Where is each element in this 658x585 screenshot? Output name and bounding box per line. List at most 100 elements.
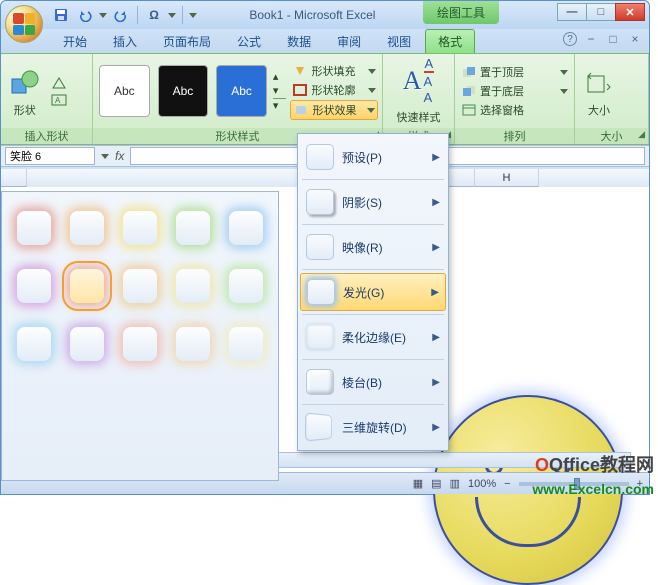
tab-page-layout[interactable]: 页面布局 [151, 30, 223, 53]
maximize-button[interactable]: □ [586, 3, 616, 21]
dialog-launcher-icon[interactable]: ◢ [638, 129, 645, 140]
glow-swatch[interactable] [229, 327, 263, 361]
view-pagebreak-icon[interactable]: ▥ [450, 477, 460, 490]
window-title: Book1 - Microsoft Excel [249, 8, 375, 22]
submenu-arrow-icon: ▶ [432, 377, 440, 388]
tab-review[interactable]: 审阅 [325, 30, 373, 53]
redo-icon[interactable] [111, 5, 131, 25]
wordart-icon[interactable]: A [403, 66, 422, 96]
view-layout-icon[interactable]: ▤ [431, 477, 441, 490]
doc-minimize-icon[interactable]: − [583, 32, 599, 46]
svg-text:A: A [55, 96, 61, 105]
quick-styles-button[interactable]: 快速样式 [397, 109, 441, 125]
titlebar: Ω Book1 - Microsoft Excel 绘图工具 — □ ✕ [1, 1, 649, 29]
glow-swatch[interactable] [123, 269, 157, 303]
select-all-corner[interactable] [1, 169, 27, 187]
undo-dropdown-icon[interactable] [99, 13, 107, 18]
tab-formulas[interactable]: 公式 [225, 30, 273, 53]
contextual-tab-label: 绘图工具 [423, 1, 499, 24]
edit-shape-icon[interactable] [49, 75, 89, 91]
text-effects-icon[interactable]: A [424, 90, 435, 105]
shape-style-3[interactable]: Abc [216, 65, 267, 117]
shape-effects-menu: 预设(P)▶ 阴影(S)▶ 映像(R)▶ 发光(G)▶ 柔化边缘(E)▶ 棱台(… [297, 133, 449, 451]
close-button[interactable]: ✕ [615, 3, 645, 21]
tab-home[interactable]: 开始 [51, 30, 99, 53]
send-to-back-button[interactable]: 置于底层 [459, 82, 570, 100]
tab-data[interactable]: 数据 [275, 30, 323, 53]
glow-swatch[interactable] [17, 327, 51, 361]
bring-to-front-button[interactable]: 置于顶层 [459, 63, 570, 81]
doc-restore-icon[interactable]: □ [605, 32, 621, 46]
dropdown-icon [560, 89, 568, 94]
glow-swatch[interactable] [176, 269, 210, 303]
dropdown-icon [368, 69, 376, 74]
glow-swatch[interactable] [176, 327, 210, 361]
glow-swatch[interactable] [229, 211, 263, 245]
glow-swatch[interactable] [70, 327, 104, 361]
selection-pane-button[interactable]: 选择窗格 [459, 101, 570, 119]
zoom-level[interactable]: 100% [468, 478, 496, 490]
quick-access-toolbar: Ω [51, 5, 197, 25]
submenu-arrow-icon: ▶ [431, 287, 439, 298]
watermark-url: www.Excelcn.com [532, 481, 654, 497]
doc-close-icon[interactable]: × [627, 32, 643, 46]
tab-insert[interactable]: 插入 [101, 30, 149, 53]
size-button[interactable]: 大小 [579, 64, 619, 118]
shapes-button[interactable]: 形状 [5, 64, 45, 118]
undo-icon[interactable] [75, 5, 95, 25]
menu-item-soft-edges[interactable]: 柔化边缘(E)▶ [300, 318, 446, 356]
shape-outline-button[interactable]: 形状轮廓 [290, 81, 378, 99]
menu-item-bevel[interactable]: 棱台(B)▶ [300, 363, 446, 401]
style-gallery-up-icon[interactable]: ▴ [273, 70, 287, 83]
fx-icon[interactable]: fx [115, 149, 124, 163]
save-icon[interactable] [51, 5, 71, 25]
ribbon: 形状 A 插入形状 Abc Abc Abc ▴ ▾ ▾ 形状 [1, 53, 649, 145]
menu-item-preset[interactable]: 预设(P)▶ [300, 138, 446, 176]
style-gallery-down-icon[interactable]: ▾ [273, 84, 287, 97]
menu-item-shadow[interactable]: 阴影(S)▶ [300, 183, 446, 221]
shape-effects-button[interactable]: 形状效果 [290, 100, 378, 120]
tab-view[interactable]: 视图 [375, 30, 423, 53]
group-label-insert-shapes: 插入形状 [1, 128, 92, 144]
name-box[interactable] [5, 147, 95, 165]
tab-format[interactable]: 格式 [425, 29, 475, 53]
glow-swatch[interactable] [123, 327, 157, 361]
submenu-arrow-icon: ▶ [432, 152, 440, 163]
office-button[interactable] [5, 5, 43, 43]
dropdown-icon [560, 70, 568, 75]
zoom-out-button[interactable]: − [504, 478, 510, 490]
glow-swatch[interactable] [123, 211, 157, 245]
name-box-dropdown-icon[interactable] [101, 154, 109, 159]
submenu-arrow-icon: ▶ [432, 197, 440, 208]
menu-item-glow[interactable]: 发光(G)▶ [300, 273, 446, 311]
submenu-arrow-icon: ▶ [432, 242, 440, 253]
glow-swatch[interactable] [229, 269, 263, 303]
symbol-dropdown-icon[interactable] [168, 13, 176, 18]
text-fill-icon[interactable]: A [424, 56, 435, 73]
glow-swatch[interactable] [176, 211, 210, 245]
shape-style-1[interactable]: Abc [99, 65, 150, 117]
qat-customize-icon[interactable] [189, 13, 197, 18]
glow-swatch[interactable] [70, 269, 104, 303]
shape-fill-button[interactable]: 形状填充 [290, 62, 378, 80]
watermark-office: OOffice教程网 [535, 451, 654, 477]
glow-swatch[interactable] [17, 211, 51, 245]
group-label-size: 大小◢ [575, 128, 648, 144]
glow-gallery [1, 191, 279, 481]
glow-swatch[interactable] [17, 269, 51, 303]
group-label-arrange: 排列 [455, 128, 574, 144]
glow-swatch[interactable] [70, 211, 104, 245]
menu-item-reflection[interactable]: 映像(R)▶ [300, 228, 446, 266]
style-gallery-more-icon[interactable]: ▾ [273, 98, 287, 112]
dropdown-icon [367, 108, 375, 113]
symbol-icon[interactable]: Ω [144, 5, 164, 25]
view-normal-icon[interactable]: ▦ [413, 477, 423, 490]
column-header[interactable]: H [475, 169, 539, 187]
minimize-button[interactable]: — [557, 3, 587, 21]
ribbon-tabs: 开始 插入 页面布局 公式 数据 审阅 视图 格式 ? − □ × [1, 29, 649, 53]
text-outline-icon[interactable]: A [424, 74, 435, 89]
menu-item-3d-rotation[interactable]: 三维旋转(D)▶ [300, 408, 446, 446]
help-icon[interactable]: ? [563, 32, 577, 46]
text-box-icon[interactable]: A [49, 92, 89, 108]
shape-style-2[interactable]: Abc [158, 65, 209, 117]
